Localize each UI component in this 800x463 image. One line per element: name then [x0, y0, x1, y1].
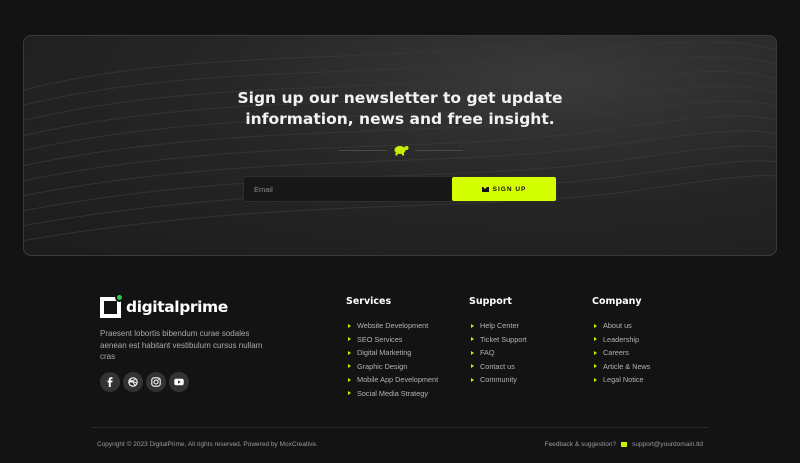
link-label: FAQ	[480, 348, 495, 358]
arrow-right-icon	[594, 337, 597, 342]
support-link[interactable]: FAQ	[469, 346, 527, 360]
arrow-right-icon	[471, 377, 474, 382]
services-link[interactable]: Mobile App Development	[346, 373, 438, 387]
arrow-right-icon	[471, 364, 474, 369]
mail-icon	[621, 442, 628, 447]
company-link[interactable]: Article & News	[592, 360, 650, 374]
arrow-right-icon	[348, 377, 351, 382]
arrow-right-icon	[348, 364, 351, 369]
company-link[interactable]: Careers	[592, 346, 650, 360]
arrow-right-icon	[348, 350, 351, 355]
signup-button[interactable]: SIGN UP	[452, 177, 556, 201]
instagram-icon	[151, 377, 161, 387]
link-label: Website Development	[357, 321, 429, 331]
instagram-link[interactable]	[146, 372, 166, 392]
link-label: Mobile App Development	[357, 375, 439, 385]
services-link[interactable]: Graphic Design	[346, 360, 438, 374]
newsletter-heading-line2: information, news and free insight.	[245, 110, 555, 128]
divider-right	[415, 150, 463, 151]
link-label: Ticket Support	[480, 334, 527, 344]
link-label: Careers	[603, 348, 629, 358]
support-link[interactable]: Ticket Support	[469, 333, 527, 347]
feedback-area: Feedback & suggestion? support@yourdomai…	[545, 441, 703, 448]
footer-divider	[92, 427, 708, 428]
company-link[interactable]: About us	[592, 319, 650, 333]
facebook-icon	[107, 377, 113, 387]
link-label: Article & News	[603, 361, 651, 371]
support-title: Support	[469, 296, 512, 307]
brand-name: digitalprime	[126, 298, 228, 316]
link-label: Digital Marketing	[357, 348, 412, 358]
email-input[interactable]	[244, 177, 451, 201]
arrow-right-icon	[471, 337, 474, 342]
logo-mark-icon	[100, 293, 124, 318]
arrow-right-icon	[594, 323, 597, 328]
link-label: About us	[603, 321, 632, 331]
services-title: Services	[346, 296, 392, 307]
link-label: Help Center	[480, 321, 519, 331]
youtube-icon	[174, 378, 184, 386]
link-label: Social Media Strategy	[357, 388, 428, 398]
company-link[interactable]: Leadership	[592, 333, 650, 347]
envelope-icon	[481, 186, 489, 192]
brand-description: Praesent lobortis bibendum curae sodales…	[100, 329, 263, 361]
newsletter-form: SIGN UP	[243, 176, 557, 202]
arrow-right-icon	[348, 323, 351, 328]
support-link[interactable]: Contact us	[469, 360, 527, 374]
link-label: Leadership	[603, 334, 640, 344]
arrow-right-icon	[348, 391, 351, 396]
newsletter-heading: Sign up our newsletter to get update inf…	[24, 88, 776, 130]
support-link[interactable]: Community	[469, 373, 527, 387]
dribbble-icon	[128, 377, 138, 387]
support-email-link[interactable]: support@yourdomain.tld	[632, 441, 703, 448]
copyright-text: Copyright © 2023 DigitalPrime, All right…	[97, 441, 318, 448]
support-column: Support Help Center Ticket Support FAQ C…	[469, 296, 527, 387]
feedback-label: Feedback & suggestion?	[544, 441, 617, 448]
services-column: Services Website Development SEO Service…	[346, 296, 438, 400]
facebook-link[interactable]	[100, 372, 120, 392]
brand-logo[interactable]: digitalprime	[100, 293, 228, 318]
signup-button-label: SIGN UP	[492, 185, 527, 193]
company-link[interactable]: Legal Notice	[592, 373, 650, 387]
arrow-right-icon	[348, 337, 351, 342]
turtle-icon	[394, 146, 409, 156]
link-label: Legal Notice	[603, 375, 644, 385]
support-link[interactable]: Help Center	[469, 319, 527, 333]
arrow-right-icon	[471, 323, 474, 328]
divider-left	[339, 150, 387, 151]
link-label: Community	[480, 375, 517, 385]
newsletter-section: Sign up our newsletter to get update inf…	[23, 35, 777, 256]
services-link[interactable]: Social Media Strategy	[346, 387, 438, 401]
newsletter-heading-line1: Sign up our newsletter to get update	[237, 89, 563, 107]
youtube-link[interactable]	[169, 372, 189, 392]
arrow-right-icon	[594, 350, 597, 355]
dribbble-link[interactable]	[123, 372, 143, 392]
services-link[interactable]: Website Development	[346, 319, 438, 333]
services-link[interactable]: SEO Services	[346, 333, 438, 347]
company-title: Company	[592, 296, 642, 307]
arrow-right-icon	[471, 350, 474, 355]
arrow-right-icon	[594, 364, 597, 369]
company-column: Company About us Leadership Careers Arti…	[592, 296, 650, 387]
link-label: Contact us	[480, 361, 515, 371]
arrow-right-icon	[594, 377, 597, 382]
link-label: SEO Services	[357, 334, 403, 344]
link-label: Graphic Design	[357, 361, 408, 371]
services-link[interactable]: Digital Marketing	[346, 346, 438, 360]
social-links	[100, 372, 189, 392]
